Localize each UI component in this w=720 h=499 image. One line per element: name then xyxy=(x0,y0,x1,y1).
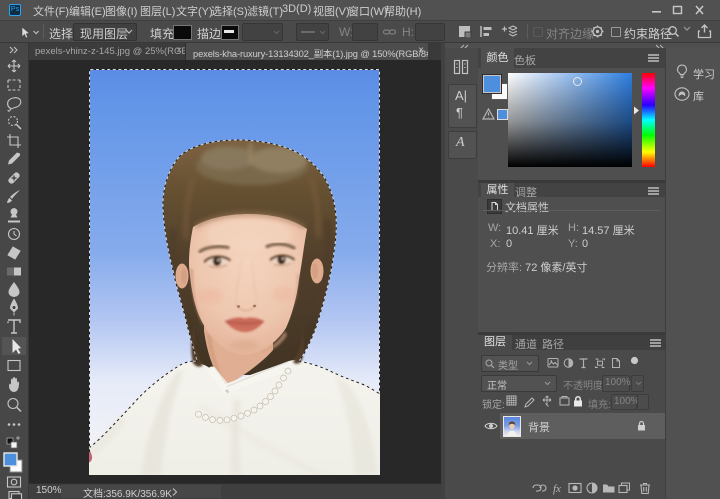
svg-text:fx: fx xyxy=(553,483,561,495)
